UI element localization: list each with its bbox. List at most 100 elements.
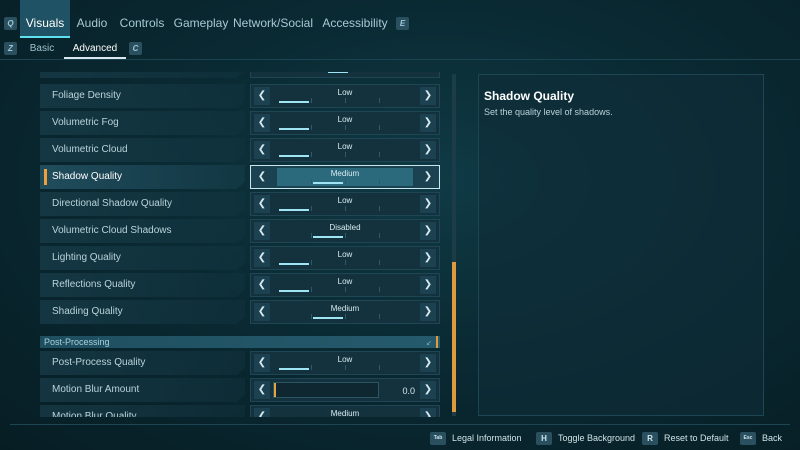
chevron-left-icon[interactable]: ❮ (254, 354, 270, 372)
setting-row-shading-quality[interactable]: Shading Quality ❮ Medium ❯ (40, 300, 444, 324)
value-tick (311, 152, 312, 157)
tab-gameplay[interactable]: Gameplay (172, 0, 230, 38)
tab-visuals[interactable]: Visuals (20, 0, 70, 38)
value-level-indicator (279, 368, 309, 370)
toggle-background-label: Toggle Background (558, 433, 636, 443)
chevron-right-icon[interactable]: ❯ (420, 168, 436, 186)
setting-row-reflections-quality[interactable]: Reflections Quality ❮ Low ❯ (40, 273, 444, 297)
slider-track[interactable] (273, 382, 379, 398)
prev-subtab-key[interactable]: Z (4, 42, 17, 55)
chevron-right-icon[interactable]: ❯ (420, 276, 436, 294)
chevron-left-icon[interactable]: ❮ (254, 87, 270, 105)
chevron-right-icon[interactable]: ❯ (420, 222, 436, 240)
setting-label: Volumetric Fog (40, 111, 245, 135)
value-tick (311, 98, 312, 103)
setting-row-directional-shadow-quality[interactable]: Directional Shadow Quality ❮ Low ❯ (40, 192, 444, 216)
setting-control: ❮ 0.0 ❯ (250, 378, 440, 402)
setting-label: Shading Quality (40, 300, 245, 324)
back-button[interactable]: Esc Back (740, 430, 782, 446)
chevron-left-icon[interactable]: ❮ (254, 114, 270, 132)
value-tick (311, 233, 312, 238)
subtab-basic[interactable]: Basic (22, 38, 62, 59)
slider-handle[interactable] (274, 383, 276, 397)
setting-row-volumetric-cloud[interactable]: Volumetric Cloud ❮ Low ❯ (40, 138, 444, 162)
chevron-left-icon[interactable]: ❮ (254, 381, 270, 399)
setting-value-box: Low (277, 276, 413, 294)
setting-control: ❮ Disabled ❯ (250, 219, 440, 243)
value-tick (311, 206, 312, 211)
tab-network-social[interactable]: Network/Social (232, 0, 314, 38)
reset-to-default-label: Reset to Default (664, 433, 729, 443)
setting-control: ❮ Low ❯ (250, 246, 440, 270)
chevron-left-icon[interactable]: ❮ (254, 141, 270, 159)
setting-row-post-process-quality[interactable]: Post-Process Quality ❮ Low ❯ (40, 351, 444, 375)
chevron-right-icon[interactable]: ❯ (420, 195, 436, 213)
value-tick (379, 287, 380, 292)
setting-label: Lighting Quality (40, 246, 245, 270)
r-key-icon: R (642, 432, 658, 446)
value-tick (311, 260, 312, 265)
setting-row-volumetric-cloud-shadows[interactable]: Volumetric Cloud Shadows ❮ Disabled ❯ (40, 219, 444, 243)
setting-value-box: Disabled (277, 222, 413, 240)
tab-audio[interactable]: Audio (72, 0, 112, 38)
chevron-left-icon[interactable]: ❮ (254, 222, 270, 240)
next-tab-key[interactable]: E (396, 17, 409, 30)
value-level-indicator (313, 236, 343, 238)
chevron-right-icon[interactable]: ❯ (420, 381, 436, 399)
chevron-right-icon[interactable]: ❯ (420, 114, 436, 132)
value-tick (311, 365, 312, 370)
setting-value-box: Low (277, 195, 413, 213)
chevron-left-icon[interactable]: ❮ (254, 303, 270, 321)
tab-controls[interactable]: Controls (116, 0, 168, 38)
chevron-right-icon[interactable]: ❯ (420, 303, 436, 321)
setting-row-shadow-quality[interactable]: Shadow Quality ❮ Medium ❯ (40, 165, 444, 189)
setting-row-foliage-density[interactable]: Foliage Density ❮ Low ❯ (40, 84, 444, 108)
chevron-left-icon[interactable]: ❮ (254, 276, 270, 294)
chevron-left-icon[interactable]: ❮ (254, 168, 270, 186)
value-tick (379, 98, 380, 103)
chevron-right-icon[interactable]: ❯ (420, 354, 436, 372)
section-marker (436, 336, 438, 348)
value-level-indicator (313, 317, 343, 319)
chevron-right-icon[interactable]: ❯ (420, 87, 436, 105)
prev-tab-key[interactable]: Q (4, 17, 17, 30)
chevron-right-icon[interactable]: ❯ (420, 141, 436, 159)
chevron-right-icon[interactable]: ❯ (420, 249, 436, 267)
setting-control (250, 72, 440, 78)
setting-control: ❮ Low ❯ (250, 273, 440, 297)
settings-scrollbar[interactable] (452, 74, 456, 416)
scrollbar-thumb[interactable] (452, 262, 456, 412)
value-level-indicator (279, 209, 309, 211)
legal-information-label: Legal Information (452, 433, 522, 443)
setting-value-box: Low (277, 87, 413, 105)
setting-row-motion-blur-amount[interactable]: Motion Blur Amount ❮ 0.0 ❯ (40, 378, 444, 402)
chevron-right-icon[interactable]: ❯ (420, 408, 436, 417)
setting-value-box: Low (277, 354, 413, 372)
setting-control: ❮ Medium ❯ (250, 405, 440, 417)
setting-control: ❮ Low ❯ (250, 351, 440, 375)
setting-control: ❮ Low ❯ (250, 138, 440, 162)
value-tick (311, 125, 312, 130)
legal-information-button[interactable]: Tab Legal Information (430, 430, 522, 446)
next-subtab-key[interactable]: C (129, 42, 142, 55)
value-level-indicator (279, 263, 309, 265)
chevron-left-icon[interactable]: ❮ (254, 408, 270, 417)
setting-value-box: Low (277, 249, 413, 267)
setting-row-motion-blur-quality[interactable]: Motion Blur Quality ❮ Medium ❯ (40, 405, 444, 417)
setting-label: Directional Shadow Quality (40, 192, 245, 216)
chevron-icon: ↙ (426, 340, 432, 347)
setting-row-volumetric-fog[interactable]: Volumetric Fog ❮ Low ❯ (40, 111, 444, 135)
setting-control: ❮ Low ❯ (250, 111, 440, 135)
value-tick (311, 314, 312, 319)
tab-accessibility[interactable]: Accessibility (318, 0, 392, 38)
setting-row-lighting-quality[interactable]: Lighting Quality ❮ Low ❯ (40, 246, 444, 270)
esc-key-icon: Esc (740, 432, 756, 446)
setting-value: Medium (330, 409, 360, 417)
toggle-background-button[interactable]: H Toggle Background (536, 430, 635, 446)
subtab-advanced[interactable]: Advanced (64, 38, 126, 59)
chevron-left-icon[interactable]: ❮ (254, 249, 270, 267)
value-ticks (277, 313, 413, 319)
reset-to-default-button[interactable]: R Reset to Default (642, 430, 729, 446)
chevron-left-icon[interactable]: ❮ (254, 195, 270, 213)
value-tick (379, 365, 380, 370)
